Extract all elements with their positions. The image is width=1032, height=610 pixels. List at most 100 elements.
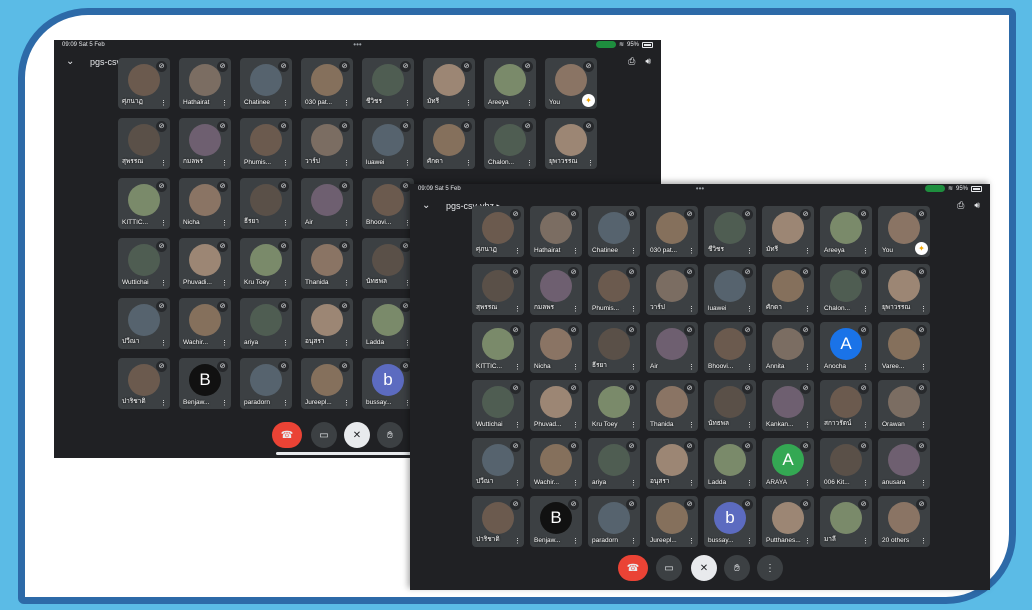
participant-tile[interactable]: ⊘ Kru Toey ⋮ [588, 380, 640, 431]
participant-tile[interactable]: ⊘ กมลพร ⋮ [530, 264, 582, 315]
participant-tile[interactable]: A ⊘ Anocha ⋮ [820, 322, 872, 373]
more-vert-icon[interactable]: ⋮ [746, 421, 753, 429]
more-vert-icon[interactable]: ⋮ [343, 159, 350, 167]
participant-tile[interactable]: ⊘ Hathairat ⋮ [530, 206, 582, 257]
camera-toggle-button[interactable]: ▭ [656, 555, 682, 581]
participant-tile[interactable]: ⊘ กมลพร ⋮ [179, 118, 231, 169]
participant-tile[interactable]: ⊘ มาลี ⋮ [820, 496, 872, 547]
raise-hand-button[interactable]: ✋︎ [377, 422, 403, 448]
participant-tile[interactable]: ⊘ KITTIC... ⋮ [472, 322, 524, 373]
participant-tile[interactable]: ⊘ Jureepl... ⋮ [301, 358, 353, 409]
more-vert-icon[interactable]: ⋮ [404, 159, 411, 167]
raise-hand-button[interactable]: ✋︎ [724, 555, 750, 581]
more-vert-icon[interactable]: ⋮ [221, 279, 228, 287]
more-vert-icon[interactable]: ⋮ [572, 537, 579, 545]
participant-tile[interactable]: ⊘ มัทรี ⋮ [762, 206, 814, 257]
participant-tile[interactable]: ⊘ ปวีณา ⋮ [118, 298, 170, 349]
participant-tile[interactable]: ⊘ Nicha ⋮ [530, 322, 582, 373]
more-vert-icon[interactable]: ⋮ [804, 479, 811, 487]
participant-tile[interactable]: ⊘ Areeya ⋮ [484, 58, 536, 109]
participant-tile[interactable]: ⊘ ยุพาวรรณ ⋮ [878, 264, 930, 315]
participant-tile[interactable]: ⊘ ปาริชาติ ⋮ [472, 496, 524, 547]
more-vert-icon[interactable]: ⋮ [688, 363, 695, 371]
participant-tile[interactable]: ⊘ Phuvad... ⋮ [530, 380, 582, 431]
participant-tile[interactable]: ⊘ มัทรี ⋮ [423, 58, 475, 109]
more-vert-icon[interactable]: ⋮ [688, 537, 695, 545]
more-vert-icon[interactable]: ⋮ [746, 363, 753, 371]
more-vert-icon[interactable]: ⋮ [862, 247, 869, 255]
participant-tile[interactable]: ⊘ อนุสรา ⋮ [301, 298, 353, 349]
end-call-button[interactable]: ☎︎ [618, 555, 648, 581]
participant-tile[interactable]: ⊘ 20 others ⋮ [878, 496, 930, 547]
more-vert-icon[interactable]: ⋮ [688, 421, 695, 429]
more-vert-icon[interactable]: ⋮ [221, 159, 228, 167]
participant-tile[interactable]: ⊘ Annita ⋮ [762, 322, 814, 373]
more-vert-icon[interactable]: ⋮ [630, 305, 637, 313]
participant-tile[interactable]: ⊘ Wuttichai ⋮ [472, 380, 524, 431]
chevron-down-icon[interactable]: ⌄ [66, 56, 74, 67]
more-vert-icon[interactable]: ⋮ [514, 247, 521, 255]
participant-tile[interactable]: ⊘ ปาริชาติ ⋮ [118, 358, 170, 409]
participant-tile[interactable]: ⊘ Wachir... ⋮ [179, 298, 231, 349]
participant-tile[interactable]: ⊘ ธีรยา ⋮ [588, 322, 640, 373]
more-vert-icon[interactable]: ⋮ [221, 339, 228, 347]
participant-tile[interactable]: ⊘ ariya ⋮ [588, 438, 640, 489]
more-vert-icon[interactable]: ⋮ [804, 305, 811, 313]
more-vert-icon[interactable]: ⋮ [862, 537, 869, 545]
more-vert-icon[interactable]: ⋮ [920, 363, 927, 371]
participant-tile[interactable]: ⊘ Ladda ⋮ [704, 438, 756, 489]
participant-tile[interactable]: ⊘ นัทธพล ⋮ [704, 380, 756, 431]
participant-tile[interactable]: ⊘ 006 Kit... ⋮ [820, 438, 872, 489]
participant-tile[interactable]: ⊘ Air ⋮ [646, 322, 698, 373]
participant-tile[interactable]: ⊘ Hathairat ⋮ [179, 58, 231, 109]
more-vert-icon[interactable]: ⋮ [465, 159, 472, 167]
participant-tile[interactable]: ⊘ อนุสรา ⋮ [646, 438, 698, 489]
more-vert-icon[interactable]: ⋮ [587, 159, 594, 167]
more-vert-icon[interactable]: ⋮ [804, 247, 811, 255]
more-vert-icon[interactable]: ⋮ [514, 363, 521, 371]
more-vert-icon[interactable]: ⋮ [920, 421, 927, 429]
participant-tile[interactable]: ⊘ วาร์ป ⋮ [301, 118, 353, 169]
more-vert-icon[interactable]: ⋮ [572, 421, 579, 429]
participant-tile[interactable]: ⊘ Jureepl... ⋮ [646, 496, 698, 547]
camera-switch-icon[interactable]: ⎙ [628, 56, 635, 67]
more-vert-icon[interactable]: ⋮ [862, 479, 869, 487]
participant-tile[interactable]: ⊘ Kankan... ⋮ [762, 380, 814, 431]
participant-tile[interactable]: ⊘ Phumis... ⋮ [588, 264, 640, 315]
participant-tile[interactable]: ⊘ Chatinee ⋮ [240, 58, 292, 109]
participant-tile[interactable]: ⊘ ศุภนาฏ ⋮ [472, 206, 524, 257]
more-vert-icon[interactable]: ⋮ [465, 99, 472, 107]
participant-tile[interactable]: A ⊘ ARAYA ⋮ [762, 438, 814, 489]
more-vert-icon[interactable]: ⋮ [282, 219, 289, 227]
participant-tile[interactable]: ⊘ Chalon... ⋮ [484, 118, 536, 169]
more-vert-icon[interactable]: ⋮ [862, 421, 869, 429]
participant-tile[interactable]: ⊘ luawei ⋮ [362, 118, 414, 169]
more-vert-icon[interactable]: ⋮ [282, 279, 289, 287]
mic-toggle-button[interactable]: ✕ [344, 422, 370, 448]
more-vert-icon[interactable]: ⋮ [343, 399, 350, 407]
more-vert-icon[interactable]: ⋮ [746, 305, 753, 313]
multitask-dots[interactable]: ••• [696, 184, 704, 193]
more-vert-icon[interactable]: ⋮ [343, 339, 350, 347]
more-vert-icon[interactable]: ⋮ [804, 421, 811, 429]
participant-tile[interactable]: ⊘ นัทธพล ⋮ [362, 238, 414, 289]
more-vert-icon[interactable]: ⋮ [804, 537, 811, 545]
participant-tile[interactable]: b ⊘ bussay... ⋮ [362, 358, 414, 409]
speaker-icon[interactable]: 🔊︎ [974, 200, 980, 211]
participant-tile[interactable]: ⊘ Putthanes... ⋮ [762, 496, 814, 547]
more-vert-icon[interactable]: ⋮ [343, 279, 350, 287]
multitask-dots[interactable]: ••• [353, 40, 361, 49]
participant-tile[interactable]: ⊘ 030 pat... ⋮ [646, 206, 698, 257]
participant-tile[interactable]: ⊘ Areeya ⋮ [820, 206, 872, 257]
more-vert-icon[interactable]: ⋮ [688, 247, 695, 255]
participant-tile[interactable]: ⊘ luawei ⋮ [704, 264, 756, 315]
more-vert-icon[interactable]: ⋮ [862, 305, 869, 313]
participant-tile[interactable]: ⊘ Bhoovi... ⋮ [362, 178, 414, 229]
more-vert-icon[interactable]: ⋮ [514, 421, 521, 429]
more-vert-icon[interactable]: ⋮ [920, 537, 927, 545]
more-vert-icon[interactable]: ⋮ [688, 479, 695, 487]
participant-tile[interactable]: ⊘ You ✦ [545, 58, 597, 109]
more-vert-icon[interactable]: ⋮ [804, 363, 811, 371]
participant-tile[interactable]: ⊘ Ladda ⋮ [362, 298, 414, 349]
more-vert-icon[interactable]: ⋮ [160, 339, 167, 347]
